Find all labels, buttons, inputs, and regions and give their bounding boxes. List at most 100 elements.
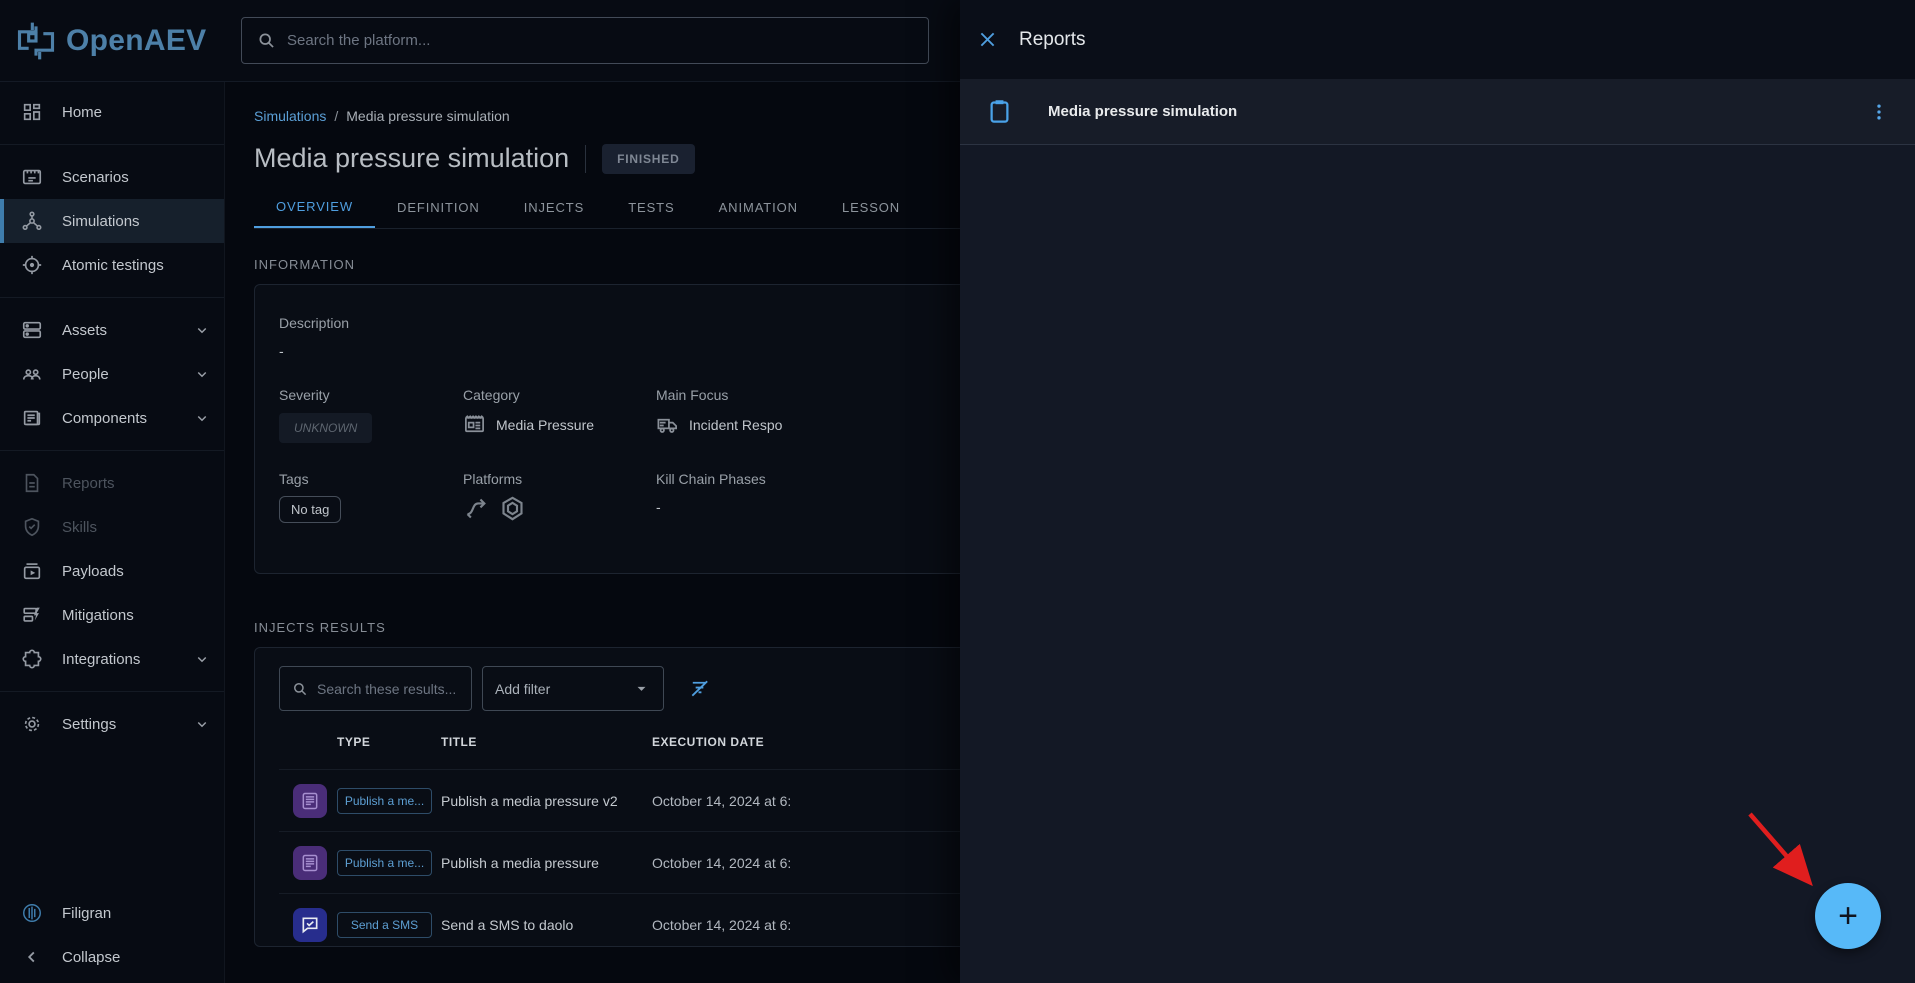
title-divider [585,145,586,173]
filigran-logo-icon [21,902,43,924]
inject-title: Publish a media pressure v2 [441,793,652,809]
sidebar-item-home[interactable]: Home [0,90,224,134]
drawer-title: Reports [1019,29,1086,51]
openaev-logo[interactable]: OpenAEV [0,19,225,63]
inject-type-chip: Publish a me... [337,788,432,814]
severity-value-chip: UNKNOWN [279,413,372,443]
results-search[interactable] [279,666,472,711]
breadcrumb-simulations-link[interactable]: Simulations [254,108,326,124]
clear-filters-icon[interactable] [688,677,711,700]
sidebar-item-assets[interactable]: Assets [0,308,224,352]
sidebar-item-components[interactable]: Components [0,396,224,440]
sidebar-item-scenarios[interactable]: Scenarios [0,155,224,199]
home-icon [21,101,43,123]
sidebar-item-settings[interactable]: Settings [0,702,224,746]
chevron-left-icon [21,946,43,968]
sidebar-item-people[interactable]: People [0,352,224,396]
add-filter-label: Add filter [495,681,550,697]
people-icon [21,363,43,385]
atomic-testings-icon [21,254,43,276]
close-icon[interactable] [977,29,998,50]
filigran-brand-label: Filigran [62,905,111,922]
components-icon [21,407,43,429]
tab-animation[interactable]: ANIMATION [697,187,820,228]
category-label: Category [463,387,656,403]
sidebar-item-label: Settings [62,716,116,733]
sidebar-item-simulations[interactable]: Simulations [0,199,224,243]
sidebar-item-atomic-testings[interactable]: Atomic testings [0,243,224,287]
chevron-down-icon[interactable] [193,321,211,339]
sidebar-item-label: Assets [62,322,107,339]
kill-chain-value: - [656,499,956,515]
chevron-down-icon[interactable] [193,409,211,427]
inject-type-chip: Publish a me... [337,850,432,876]
tab-definition[interactable]: DEFINITION [375,187,502,228]
dropdown-arrow-icon [632,679,651,698]
severity-label: Severity [279,387,463,403]
drawer-header: Reports [960,0,1915,79]
main-focus-value: Incident Respo [689,417,782,433]
chevron-down-icon[interactable] [193,365,211,383]
status-badge: FINISHED [602,144,694,174]
plus-icon: + [1838,897,1858,936]
sms-inject-icon [293,908,327,942]
openaev-logo-text: OpenAEV [66,24,206,58]
report-clipboard-icon [986,98,1013,125]
report-item-label: Media pressure simulation [1048,103,1237,120]
tab-injects[interactable]: INJECTS [502,187,606,228]
sidebar-item-mitigations[interactable]: Mitigations [0,593,224,637]
inject-type-chip: Send a SMS [337,912,432,938]
sidebar-item-payloads[interactable]: Payloads [0,549,224,593]
tab-lessons[interactable]: LESSON [820,187,922,228]
tab-overview[interactable]: OVERVIEW [254,187,375,228]
incident-response-icon [656,413,679,436]
column-type[interactable]: TYPE [337,735,441,749]
payloads-icon [21,560,43,582]
breadcrumb-current: Media pressure simulation [346,108,509,124]
tab-tests[interactable]: TESTS [606,187,696,228]
openaev-logo-icon [14,19,58,63]
inject-title: Publish a media pressure [441,855,652,871]
report-list-item[interactable]: Media pressure simulation [960,79,1915,145]
simulations-icon [21,210,43,232]
assets-icon [21,319,43,341]
newspaper-icon [463,413,486,436]
page-title: Media pressure simulation [254,143,569,174]
sidebar-item-integrations[interactable]: Integrations [0,637,224,681]
sidebar-item-label: Integrations [62,651,140,668]
search-icon [256,30,277,51]
column-title[interactable]: TITLE [441,735,652,749]
category-value: Media Pressure [496,417,594,433]
reports-drawer: Reports Media pressure simulation + [960,0,1915,983]
kebab-menu-icon[interactable] [1869,102,1889,122]
sidebar-item-label: Atomic testings [62,257,164,274]
main-focus-label: Main Focus [656,387,956,403]
sidebar-item-label: Skills [62,519,97,536]
add-filter-select[interactable]: Add filter [482,666,664,711]
filigran-brand-link[interactable]: Filigran [0,891,224,935]
sidebar-footer: Filigran Collapse [0,891,224,979]
chevron-down-icon[interactable] [193,650,211,668]
platform-search[interactable] [241,17,929,64]
platform-search-input[interactable] [287,32,914,49]
red-arrow-annotation [1742,808,1837,903]
scenarios-icon [21,166,43,188]
sidebar-item-label: Components [62,410,147,427]
sidebar-item-label: Home [62,104,102,121]
settings-icon [21,713,43,735]
inject-title: Send a SMS to daolo [441,917,652,933]
sidebar: Home Scenarios Simulations Atomic testin… [0,82,225,983]
sidebar-item-label: Mitigations [62,607,134,624]
reports-icon [21,472,43,494]
results-search-input[interactable] [317,681,460,697]
media-pressure-inject-icon [293,846,327,880]
media-pressure-inject-icon [293,784,327,818]
sidebar-divider [0,450,224,451]
sidebar-item-skills[interactable]: Skills [0,505,224,549]
sidebar-item-reports[interactable]: Reports [0,461,224,505]
sidebar-collapse-button[interactable]: Collapse [0,935,224,979]
chevron-down-icon[interactable] [193,715,211,733]
hexagon-shield-platform-icon [499,495,526,522]
add-report-fab[interactable]: + [1815,883,1881,949]
app-root: OpenAEV Home Scenarios Simul [0,0,1915,983]
